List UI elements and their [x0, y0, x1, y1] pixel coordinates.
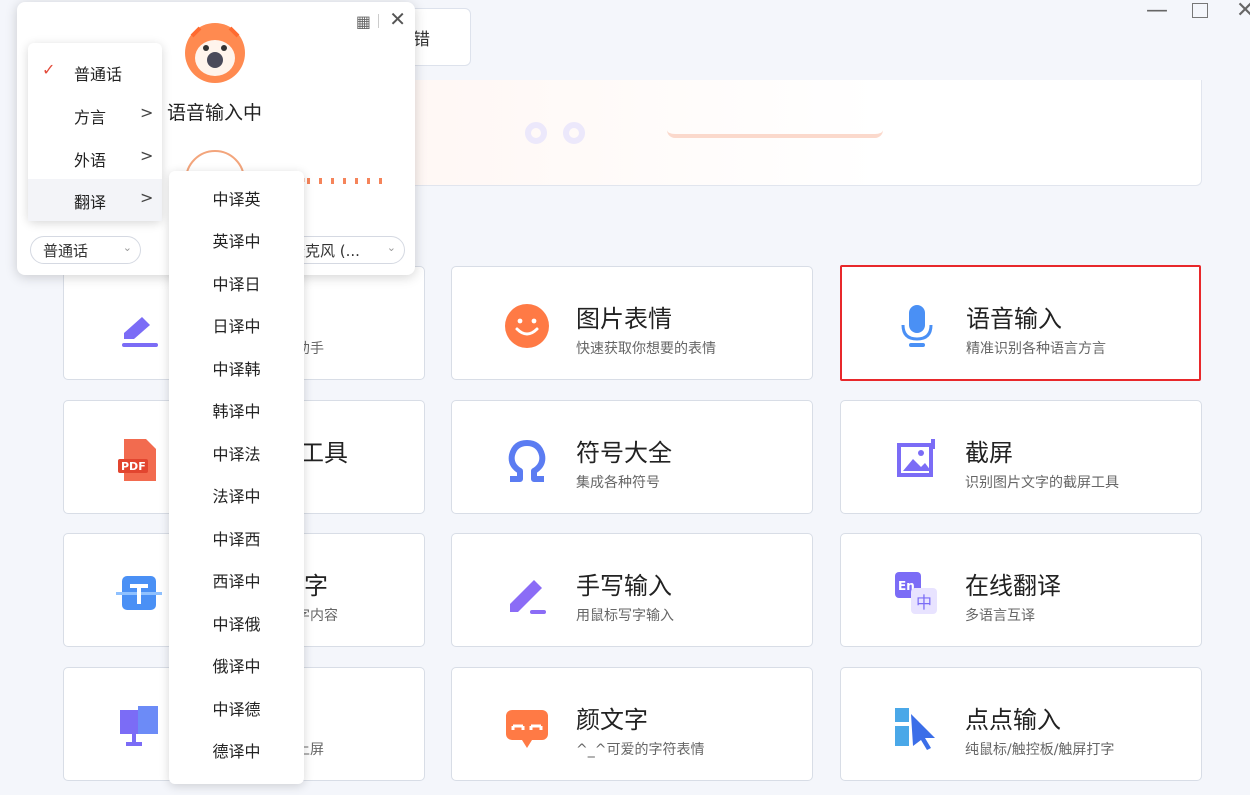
card-title: 颜文字 — [576, 706, 648, 734]
microphone-icon — [901, 305, 933, 347]
handwriting-icon — [510, 580, 546, 614]
menu-item-label: 翻译 — [74, 193, 107, 212]
voice-status-text: 语音输入中 — [167, 102, 263, 124]
submenu-item[interactable]: 中译日 — [169, 265, 304, 305]
chevron-down-icon: ⌄ — [386, 241, 396, 254]
omega-icon — [508, 440, 546, 482]
card-title: 截屏 — [965, 439, 1013, 467]
submenu-item[interactable]: 中译韩 — [169, 350, 304, 390]
translate-icon: En 中 — [895, 572, 937, 614]
card-click-input[interactable]: 点点输入 纯鼠标/触控板/触屏打字 — [840, 667, 1202, 781]
card-online-translate[interactable]: En 中 在线翻译 多语言互译 — [840, 533, 1202, 647]
submenu-item[interactable]: 法译中 — [169, 477, 304, 517]
menu-item-label: 外语 — [74, 151, 107, 170]
banner-dot-icon — [563, 122, 585, 144]
text-scan-icon — [116, 576, 162, 610]
submenu-item[interactable]: 英译中 — [169, 222, 304, 262]
card-title: 工具 — [300, 439, 348, 467]
divider — [378, 14, 379, 28]
close-window-button[interactable]: ✕ — [1236, 0, 1250, 23]
svg-text:中: 中 — [916, 593, 932, 612]
card-subtitle: 用鼠标写字输入 — [576, 608, 674, 624]
submenu-item[interactable]: 中译德 — [169, 690, 304, 730]
translate-submenu[interactable]: 中译英 英译中 中译日 日译中 中译韩 韩译中 中译法 法译中 中译西 西译中 … — [169, 171, 304, 784]
chevron-right-icon: > — [140, 146, 154, 165]
submenu-item[interactable]: 中译西 — [169, 520, 304, 560]
submenu-item[interactable]: 德译中 — [169, 732, 304, 772]
mascot-avatar-icon — [185, 23, 245, 83]
card-voice-input[interactable]: 语音输入 精准识别各种语言方言 — [840, 265, 1201, 381]
card-subtitle: ^_^可爱的字符表情 — [576, 742, 705, 758]
sound-wave — [307, 178, 387, 184]
card-title: 图片表情 — [576, 305, 672, 333]
chevron-down-icon: ⌄ — [122, 241, 132, 254]
submenu-item[interactable]: 俄译中 — [169, 647, 304, 687]
chevron-right-icon: > — [140, 188, 154, 207]
minimize-button[interactable]: — — [1146, 0, 1168, 23]
card-subtitle: 多语言互译 — [965, 608, 1035, 624]
promo-banner[interactable] — [398, 80, 1202, 186]
banner-bar — [667, 118, 883, 138]
screen-input-icon — [120, 706, 158, 746]
submenu-item[interactable]: 日译中 — [169, 307, 304, 347]
maximize-button[interactable] — [1192, 3, 1208, 18]
card-handwriting[interactable]: 手写输入 用鼠标写字输入 — [451, 533, 813, 647]
card-title: 语音输入 — [966, 305, 1062, 333]
language-menu[interactable]: ✓ 普通话 方言 > 外语 > 翻译 > — [28, 43, 162, 221]
card-subtitle: 纯鼠标/触控板/触屏打字 — [965, 742, 1115, 758]
card-title: 点点输入 — [965, 706, 1061, 734]
menu-item-label: 普通话 — [74, 65, 123, 84]
card-screenshot[interactable]: 截屏 识别图片文字的截屏工具 — [840, 400, 1202, 514]
pen-tool-icon — [122, 317, 158, 347]
card-title: 字 — [304, 572, 328, 600]
card-title: 在线翻译 — [965, 572, 1061, 600]
menu-item-translate[interactable]: 翻译 > — [28, 179, 162, 221]
menu-item-label: 方言 — [74, 108, 107, 127]
card-subtitle: 集成各种符号 — [576, 475, 660, 491]
chevron-right-icon: > — [140, 103, 154, 122]
card-title: 符号大全 — [576, 439, 672, 467]
language-select-value: 普通话 — [43, 242, 89, 260]
banner-dot-icon — [525, 122, 547, 144]
close-panel-button[interactable]: ✕ — [389, 7, 406, 31]
card-subtitle: 精准识别各种语言方言 — [966, 341, 1106, 357]
smiley-icon — [505, 304, 549, 348]
submenu-item[interactable]: 中译俄 — [169, 605, 304, 645]
microphone-select[interactable]: 麦克风 (... ⌄ — [287, 236, 405, 264]
submenu-item[interactable]: 西译中 — [169, 562, 304, 602]
pdf-icon: PDF — [118, 439, 156, 481]
card-kaomoji[interactable]: 颜文字 ^_^可爱的字符表情 — [451, 667, 813, 781]
submenu-item[interactable]: 中译英 — [169, 180, 304, 220]
svg-text:PDF: PDF — [121, 460, 146, 473]
card-image-emoji[interactable]: 图片表情 快速获取你想要的表情 — [451, 266, 813, 380]
qr-code-icon[interactable]: ▦ — [356, 12, 371, 31]
card-subtitle: 快速获取你想要的表情 — [576, 341, 716, 357]
kaomoji-icon — [506, 710, 548, 748]
card-subtitle: 识别图片文字的截屏工具 — [965, 475, 1119, 491]
menu-item-dialect[interactable]: 方言 > — [28, 94, 162, 136]
submenu-item[interactable]: 中译法 — [169, 435, 304, 475]
top-tab-label: 错 — [413, 29, 430, 50]
menu-item-mandarin[interactable]: ✓ 普通话 — [28, 51, 162, 93]
screenshot-icon — [897, 439, 935, 477]
language-select[interactable]: 普通话 ⌄ — [30, 236, 141, 264]
menu-item-foreign[interactable]: 外语 > — [28, 137, 162, 179]
card-symbols[interactable]: 符号大全 集成各种符号 — [451, 400, 813, 514]
card-title: 手写输入 — [576, 572, 672, 600]
submenu-item[interactable]: 韩译中 — [169, 392, 304, 432]
click-input-icon — [895, 708, 935, 750]
check-icon: ✓ — [42, 60, 56, 79]
